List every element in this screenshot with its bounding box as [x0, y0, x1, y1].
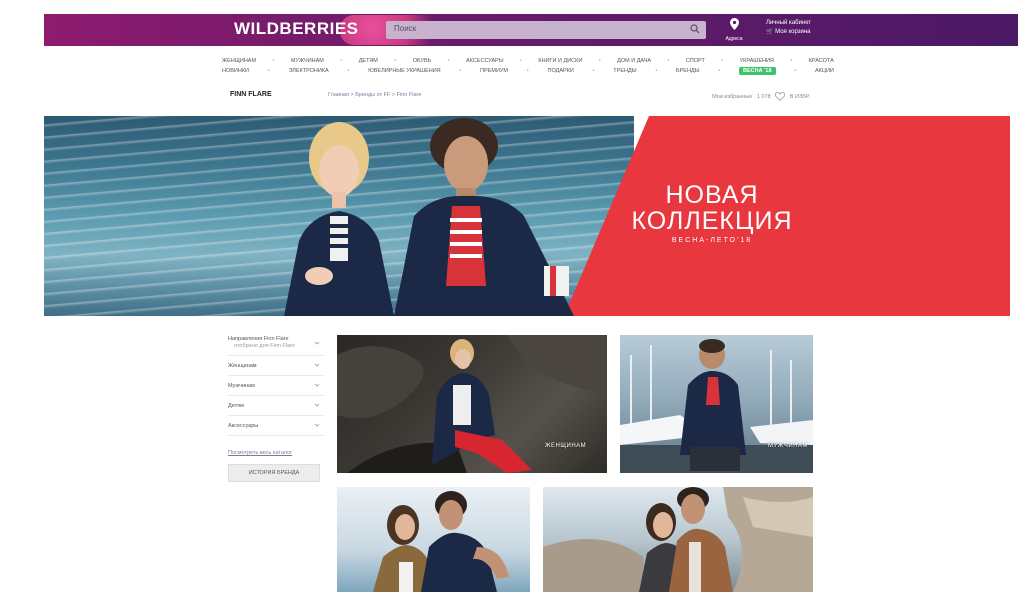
tile-women-label: ЖЕНЩИНАМ [545, 443, 587, 449]
nav-item-r2-3[interactable]: ПРЕМИУМ [480, 68, 508, 74]
chevron-down-icon [314, 383, 320, 387]
nav-item-r2-0[interactable]: НОВИНКИ [222, 68, 249, 74]
favorites-button-label: В ИЗБР. [789, 93, 810, 100]
tile-men[interactable]: МУЖЧИНАМ [620, 335, 813, 473]
hero-title-line-2: КОЛЛЕКЦИЯ [631, 207, 793, 235]
sidebar-item-label: Детям [228, 402, 244, 409]
nav-separator: • [526, 68, 529, 74]
site-header: WILDBERRIES Поиск Адреса Личный кабинет … [44, 14, 1018, 46]
nav-item-r1-6[interactable]: ДОМ И ДАЧА [617, 58, 651, 64]
nav-item-r1-3[interactable]: ОБУВЬ [413, 58, 432, 64]
sidebar-item-2[interactable]: Детям [228, 396, 324, 416]
nav-item-r1-4[interactable]: АКСЕССУАРЫ [466, 58, 504, 64]
tile-couple-2-image [543, 487, 813, 592]
nav-separator: • [394, 58, 397, 64]
nav-separator: • [655, 68, 658, 74]
nav-item-r2-5[interactable]: ТРЕНДЫ [613, 68, 636, 74]
tile-men-image [620, 339, 813, 473]
nav-item-r2-7[interactable]: ВЕСНА '18 [739, 67, 776, 75]
sidebar-item-label: Женщинам [228, 362, 257, 369]
hero-subtitle: ВЕСНА-ЛЕТО'18 [671, 237, 753, 244]
nav-row-2: НОВИНКИ • ЭЛЕКТРОНИКА • ЮВЕЛИРНЫЕ УКРАШЕНИЯ •… [222, 66, 834, 76]
nav-separator: • [718, 68, 721, 74]
nav-separator: • [520, 58, 522, 64]
nav-separator: • [447, 58, 450, 64]
location-button[interactable]: Адреса [724, 17, 744, 42]
favorites-block[interactable]: Мои избранные 1 078 В ИЗБР. [712, 92, 810, 101]
search-placeholder: Поиск [394, 24, 417, 33]
category-nav: ЖЕНЩИНАМ • МУЖЧИНАМ • ДЕТЯМ • ОБУВЬ • АКСЕССУАРЫ… [222, 56, 834, 76]
nav-item-r2-2[interactable]: ЮВЕЛИРНЫЕ УКРАШЕНИЯ [368, 68, 440, 74]
nav-item-r1-2[interactable]: ДЕТЯМ [359, 58, 378, 64]
sidebar-item-label: Аксессуары [228, 422, 259, 429]
chevron-down-icon [314, 363, 320, 367]
brand-name: FINN FLARE [230, 91, 272, 98]
nav-separator: • [794, 68, 797, 74]
chevron-down-icon [314, 341, 320, 345]
nav-separator: • [790, 58, 793, 64]
heart-icon[interactable] [775, 92, 786, 101]
nav-separator: • [347, 68, 350, 74]
nav-row-1: ЖЕНЩИНАМ • МУЖЧИНАМ • ДЕТЯМ • ОБУВЬ • АКСЕССУАРЫ… [222, 56, 834, 66]
sidebar-items: Женщинам Мужчинам Детям Аксессуары [228, 356, 324, 436]
favorites-label: Мои избранные [712, 93, 753, 100]
nav-item-r1-9[interactable]: КРАСОТА [809, 58, 834, 64]
nav-separator: • [267, 68, 270, 74]
search-input[interactable]: Поиск [386, 21, 706, 39]
account-link[interactable]: Личный кабинет [766, 19, 811, 28]
nav-item-r2-8[interactable]: АКЦИИ [815, 68, 834, 74]
catalog-link[interactable]: Посмотреть весь каталог [228, 450, 324, 456]
tile-women-image [337, 335, 607, 473]
brand-history-button[interactable]: ИСТОРИЯ БРЕНДА [228, 464, 320, 482]
tile-couple-2[interactable] [543, 487, 813, 592]
tile-women[interactable]: ЖЕНЩИНАМ [337, 335, 607, 473]
hero-title-block: НОВАЯ КОЛЛЕКЦИЯ ВЕСНА-ЛЕТО'18 [592, 182, 832, 244]
nav-item-r1-1[interactable]: МУЖЧИНАМ [291, 58, 324, 64]
tile-couple-1[interactable] [337, 487, 530, 592]
chevron-down-icon [314, 403, 320, 407]
sidebar-item-label: Мужчинам [228, 382, 255, 389]
tile-men-label: МУЖЧИНАМ [768, 443, 808, 449]
location-pin-icon [729, 18, 739, 30]
cart-link[interactable]: 🛒 Моя корзина [766, 28, 811, 37]
site-logo[interactable]: WILDBERRIES [234, 19, 359, 39]
nav-separator: • [667, 58, 670, 64]
page: WILDBERRIES Поиск Адреса Личный кабинет … [0, 0, 1018, 592]
sidebar-item-3[interactable]: Аксессуары [228, 416, 324, 436]
favorites-count: 1 078 [756, 93, 771, 100]
nav-separator: • [592, 68, 595, 74]
nav-item-r1-8[interactable]: УКРАШЕНИЯ [740, 58, 774, 64]
cart-label: Моя корзина [775, 29, 811, 35]
hero-man-image [394, 118, 574, 316]
nav-separator: • [272, 58, 275, 64]
nav-item-r1-5[interactable]: КНИГИ И ДИСКИ [538, 58, 582, 64]
nav-separator: • [598, 58, 601, 64]
nav-item-r1-7[interactable]: СПОРТ [686, 58, 705, 64]
breadcrumb[interactable]: Главная > Бренды от FF > Finn Flare [328, 92, 421, 98]
hero-title-line-1: НОВАЯ [665, 181, 759, 209]
search-icon[interactable] [690, 24, 700, 34]
location-label: Адреса [725, 36, 743, 42]
cart-icon: 🛒 [766, 29, 776, 35]
sidebar: Направления Finn Flare отобрано для Finn… [228, 334, 324, 482]
nav-item-r2-6[interactable]: БРЕНДЫ [676, 68, 700, 74]
sidebar-item-1[interactable]: Мужчинам [228, 376, 324, 396]
sidebar-first-line-1: Направления Finn Flare [228, 336, 289, 342]
sidebar-item-0[interactable]: Женщинам [228, 356, 324, 376]
brand-bar: FINN FLARE Главная > Бренды от FF > Finn… [230, 91, 820, 103]
nav-item-r2-4[interactable]: ПОДАРКИ [547, 68, 573, 74]
nav-separator: • [721, 58, 724, 64]
sidebar-item-directions[interactable]: Направления Finn Flare отобрано для Finn… [228, 334, 324, 356]
nav-item-r1-0[interactable]: ЖЕНЩИНАМ [222, 58, 256, 64]
tile-couple-1-image [373, 491, 509, 592]
nav-separator: • [340, 58, 343, 64]
nav-separator: • [459, 68, 462, 74]
hero-banner[interactable]: НОВАЯ КОЛЛЕКЦИЯ ВЕСНА-ЛЕТО'18 [44, 116, 1010, 316]
sidebar-first-line-2: отобрано для Finn Flare [234, 343, 296, 349]
chevron-down-icon [314, 423, 320, 427]
nav-item-r2-1[interactable]: ЭЛЕКТРОНИКА [288, 68, 328, 74]
account-menu[interactable]: Личный кабинет 🛒 Моя корзина [766, 19, 811, 37]
